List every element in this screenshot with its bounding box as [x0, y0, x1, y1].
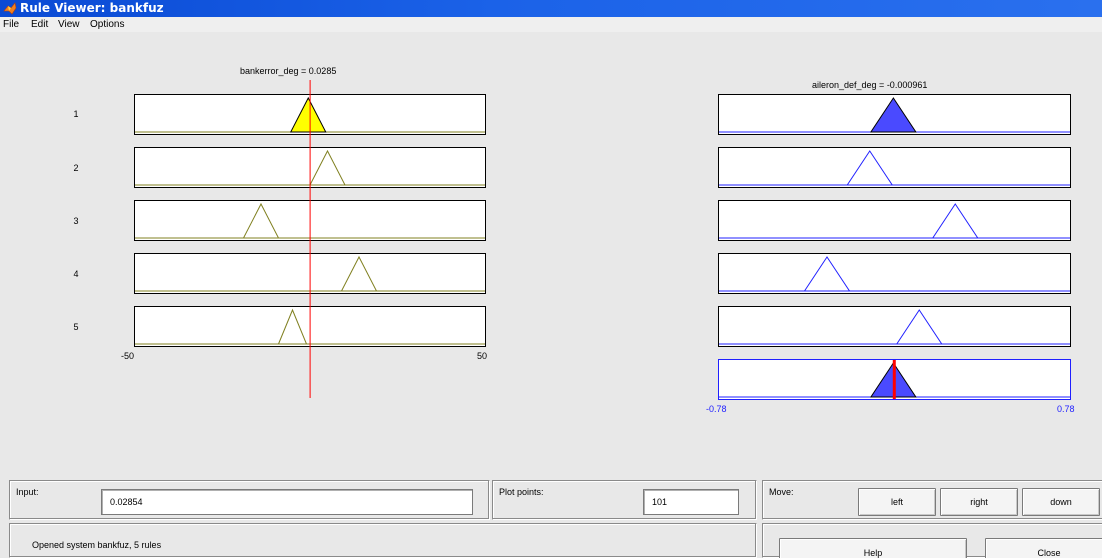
input-mf-plot[interactable]: [134, 253, 486, 294]
matlab-icon: [3, 2, 17, 15]
move-down-button[interactable]: down: [1022, 488, 1100, 516]
title-bar: Rule Viewer: bankfuz: [0, 0, 1102, 17]
input-axis-min: -50: [121, 351, 135, 361]
input-mf-plot[interactable]: [134, 200, 486, 241]
input-field[interactable]: 0.02854: [101, 489, 473, 515]
status-bar: Opened system bankfuz, 5 rules: [9, 523, 757, 558]
input-mf-triangle-4: [340, 255, 378, 292]
output-mf-triangle-2: [846, 150, 894, 186]
menu-file[interactable]: File: [3, 17, 19, 32]
rule-number-2: 2: [73, 163, 79, 173]
input-mf-triangle-5: [277, 308, 308, 345]
output-mf-plot: [718, 253, 1071, 294]
menu-edit[interactable]: Edit: [31, 17, 48, 32]
plot-points-label: Plot points:: [499, 487, 544, 497]
move-left-button[interactable]: left: [858, 488, 936, 516]
output-axis-min: -0.78: [706, 404, 727, 414]
input-mf-triangle-3: [242, 202, 280, 239]
output-axis-max: 0.78: [1057, 404, 1075, 414]
window-title: Rule Viewer: bankfuz: [20, 1, 164, 15]
status-text: Opened system bankfuz, 5 rules: [32, 540, 162, 550]
input-label: Input:: [16, 487, 39, 497]
input-mf-triangle-2-svg: [135, 149, 485, 186]
output-mf-plot: [718, 94, 1071, 135]
output-mf-triangle-5-svg: [719, 309, 1070, 345]
menu-options[interactable]: Options: [90, 17, 124, 32]
menu-view[interactable]: View: [58, 17, 80, 32]
input-group: Input: 0.02854: [9, 480, 490, 520]
output-mf-triangle-1-svg: [719, 97, 1070, 133]
output-mf-plot: [718, 147, 1071, 188]
help-close-group: Help Close: [762, 523, 1102, 558]
move-right-button[interactable]: right: [940, 488, 1018, 516]
input-mf-triangle-5-svg: [135, 308, 485, 345]
input-mf-plot[interactable]: [134, 94, 486, 135]
input-variable-header: bankerror_deg = 0.0285: [240, 66, 337, 76]
rule-number-1: 1: [73, 109, 79, 119]
input-mf-triangle-4-svg: [135, 255, 485, 292]
output-mf-triangle-5: [895, 309, 943, 345]
rule-number-4: 4: [73, 269, 79, 279]
output-mf-triangle-1: [869, 97, 917, 133]
output-mf-plot: [718, 200, 1071, 241]
input-mf-plot[interactable]: [134, 147, 486, 188]
output-mf-triangle-2-svg: [719, 150, 1070, 186]
input-axis-max: 50: [477, 351, 488, 361]
menu-bar: File Edit View Options: [0, 17, 1102, 32]
output-mf-triangle-4-svg: [719, 256, 1070, 292]
input-mf-triangle-2: [309, 149, 346, 186]
aggregate-triangle-svg: [719, 360, 1070, 399]
aggregate-output-plot: [718, 359, 1071, 400]
help-button[interactable]: Help: [779, 538, 967, 558]
input-mf-triangle-3-svg: [135, 202, 485, 239]
close-button[interactable]: Close: [985, 538, 1102, 558]
input-mf-triangle-1-svg: [135, 96, 485, 133]
plot-points-field[interactable]: 101: [643, 489, 739, 515]
output-mf-triangle-3-svg: [719, 203, 1070, 239]
input-mf-triangle-1: [289, 96, 327, 133]
output-mf-plot: [718, 306, 1071, 347]
move-group: Move: left right down: [762, 480, 1102, 520]
control-area: Input: 0.02854 Plot points: 101 Move: le…: [0, 470, 1102, 558]
input-mf-plot[interactable]: [134, 306, 486, 347]
output-variable-header: aileron_def_deg = -0.000961: [812, 80, 928, 90]
output-mf-triangle-3: [931, 203, 979, 239]
output-mf-triangle-4: [803, 256, 851, 292]
rule-number-3: 3: [73, 216, 79, 226]
plot-points-group: Plot points: 101: [492, 480, 757, 520]
rule-number-5: 5: [73, 322, 79, 332]
move-label: Move:: [769, 487, 794, 497]
